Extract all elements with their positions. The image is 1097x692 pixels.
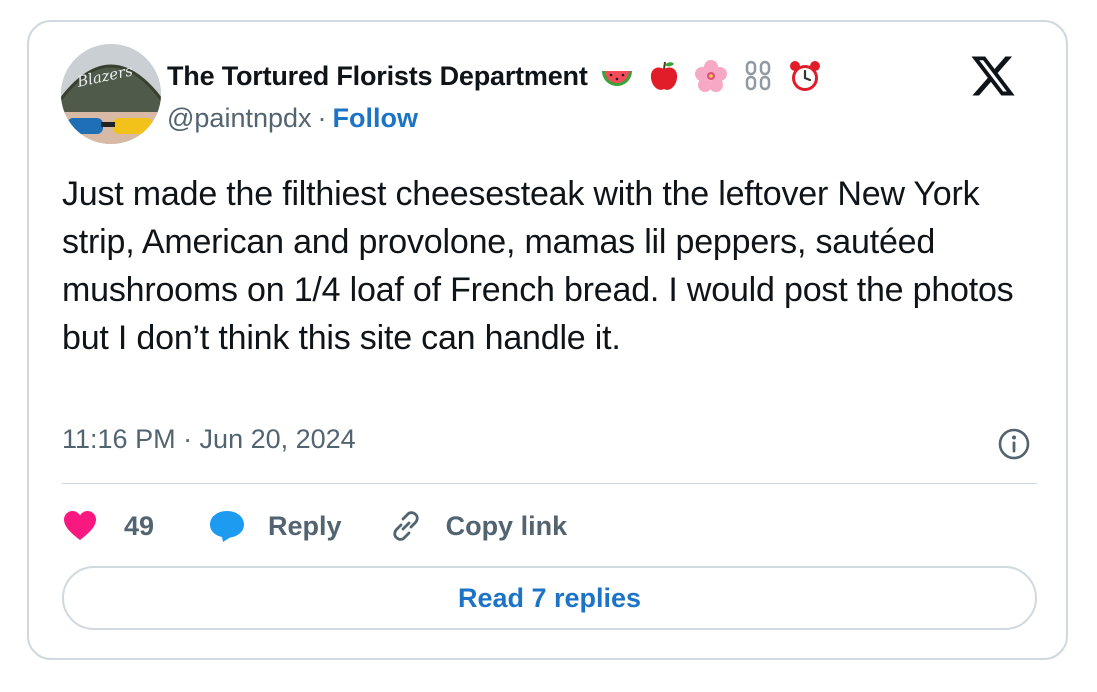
divider xyxy=(62,483,1037,484)
name-emojis xyxy=(600,59,835,93)
author-handle-row: @paintnpdx · Follow xyxy=(167,100,418,136)
handle-separator: · xyxy=(317,102,327,133)
like-button[interactable]: 49 xyxy=(62,509,154,543)
reply-button[interactable]: Reply xyxy=(208,508,342,544)
like-count: 49 xyxy=(124,510,155,541)
watermelon-icon xyxy=(600,59,634,93)
display-name[interactable]: The Tortured Florists Department xyxy=(167,61,588,92)
tweet-embed-card: Blazers The Tortured Florists Department xyxy=(27,20,1068,660)
tweet-text: Just made the filthiest cheesesteak with… xyxy=(62,175,1014,357)
action-bar: 49 Reply Copy link xyxy=(62,504,567,548)
author-name-row: The Tortured Florists Department xyxy=(167,56,835,96)
info-icon[interactable] xyxy=(996,426,1032,462)
heart-icon xyxy=(64,511,96,540)
author-handle[interactable]: @paintnpdx xyxy=(167,103,312,134)
link-icon xyxy=(392,511,419,541)
follow-button[interactable]: Follow xyxy=(333,103,418,134)
tweet-timestamp[interactable]: 11:16 PM · Jun 20, 2024 xyxy=(62,424,356,455)
alarm-clock-icon xyxy=(788,59,822,93)
x-logo-icon[interactable] xyxy=(969,52,1017,100)
read-replies-label: Read 7 replies xyxy=(457,582,642,613)
reply-label: Reply xyxy=(268,510,342,541)
avatar-image: Blazers xyxy=(61,44,161,144)
apple-icon xyxy=(647,59,681,93)
copy-link-label: Copy link xyxy=(445,510,568,541)
copy-link-button[interactable]: Copy link xyxy=(388,508,568,544)
chains-icon xyxy=(741,59,775,93)
avatar[interactable]: Blazers xyxy=(61,44,161,144)
reply-bubble-icon xyxy=(210,511,245,542)
read-replies-button[interactable]: Read 7 replies xyxy=(62,566,1037,630)
hibiscus-icon xyxy=(694,59,728,93)
